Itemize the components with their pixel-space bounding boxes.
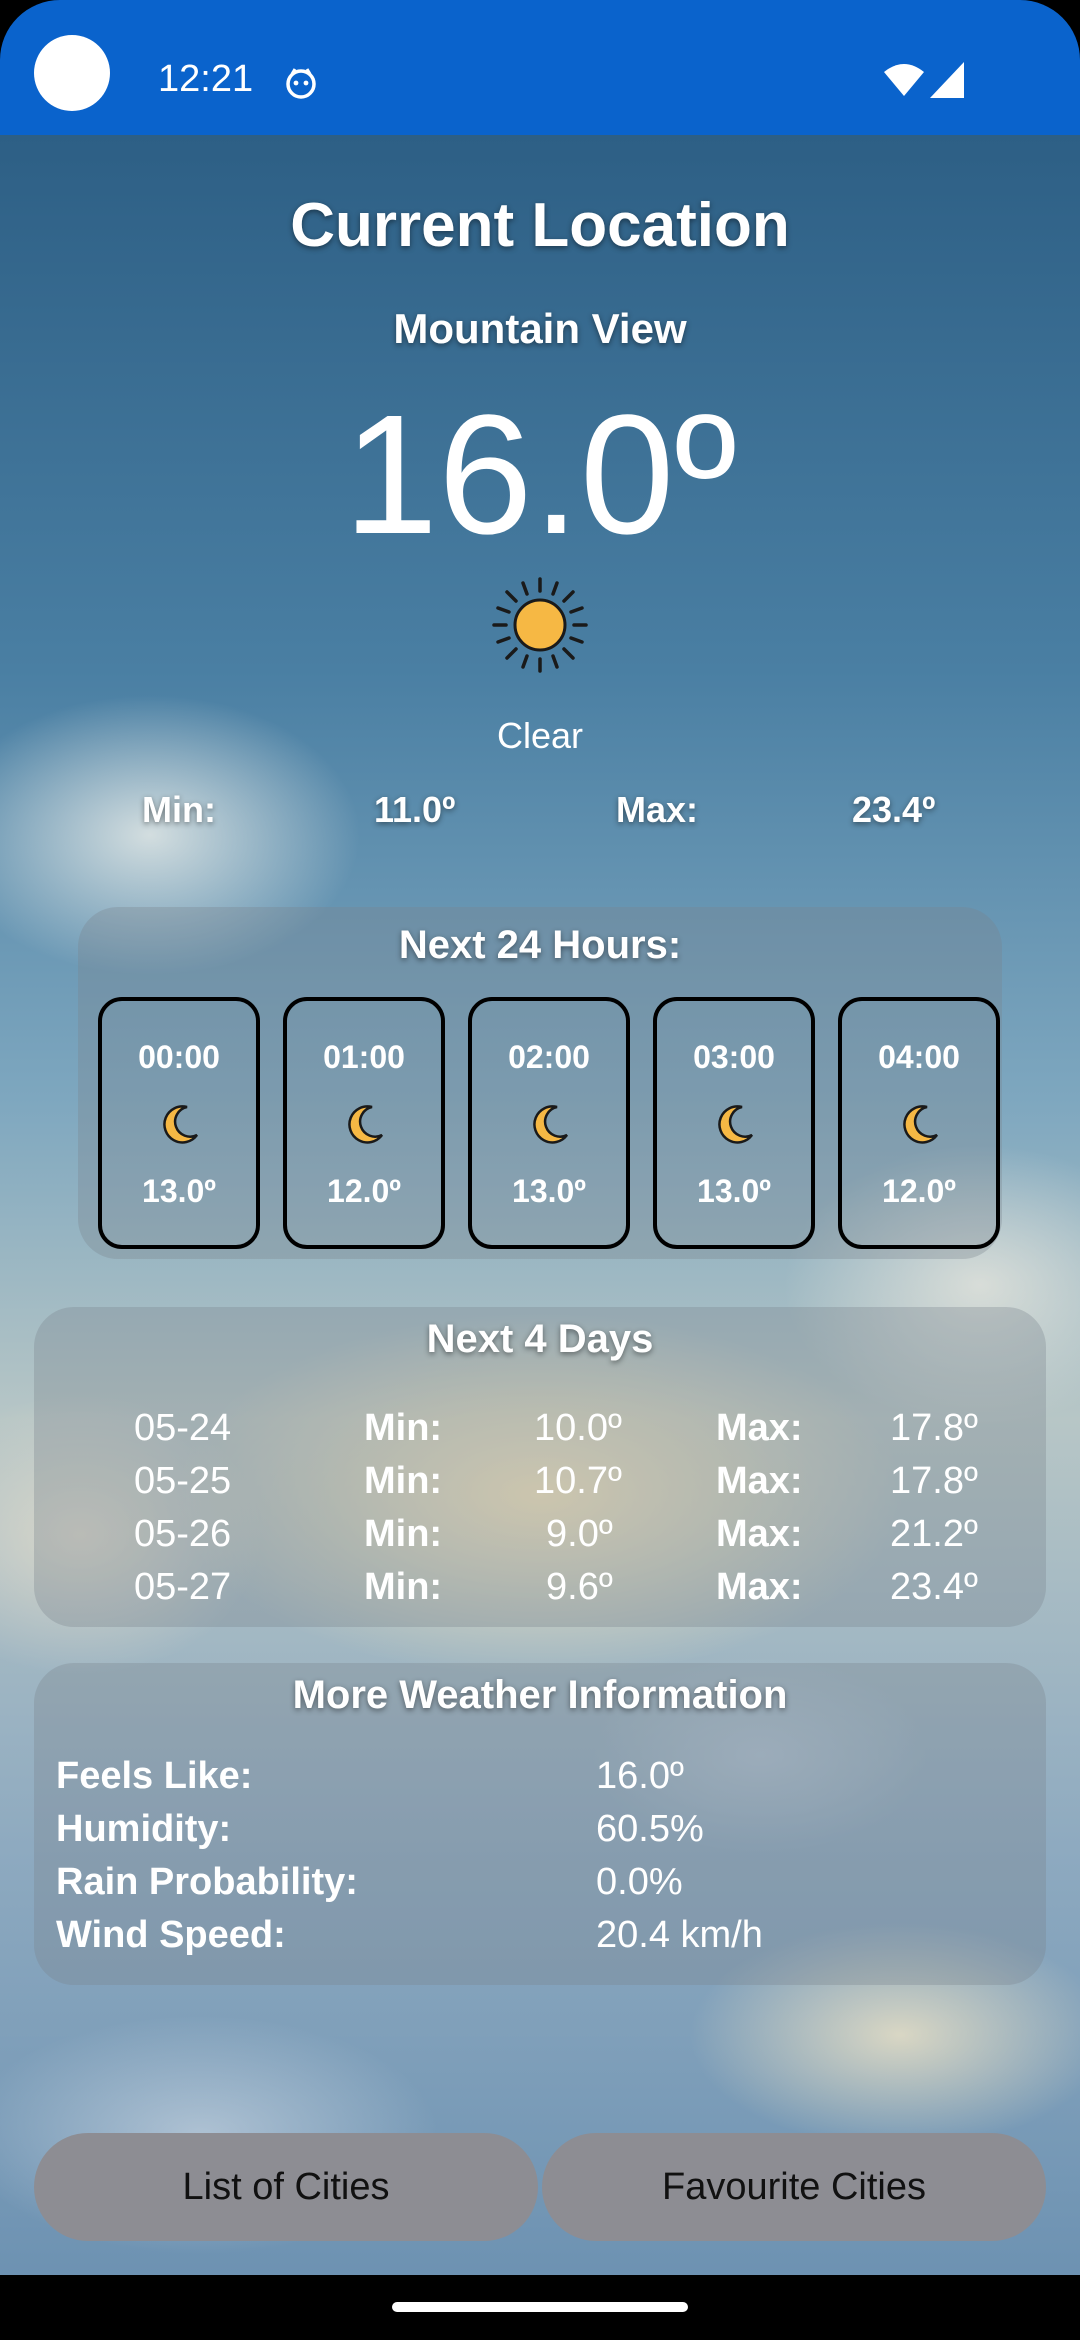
day-max-value: 21.2º <box>890 1513 978 1555</box>
day-max-value: 23.4º <box>890 1566 978 1608</box>
day-date: 05-26 <box>134 1513 232 1555</box>
moon-icon <box>163 1105 199 1144</box>
moon-icon <box>718 1105 754 1144</box>
hour-time: 04:00 <box>878 1039 960 1075</box>
hour-temp: 12.0º <box>882 1173 956 1209</box>
hour-temp: 13.0º <box>142 1173 216 1209</box>
hour-card: 00:00 13.0º <box>98 997 260 1249</box>
hour-card: 02:00 13.0º <box>468 997 630 1249</box>
info-value: 60.5% <box>596 1808 704 1850</box>
hourly-scroll-list[interactable]: 00:00 13.0º 01:00 12.0º 02:00 13.0º 03:0… <box>98 997 1002 1249</box>
day-date: 05-24 <box>134 1407 232 1449</box>
more-info-title: More Weather Information <box>292 1673 788 1717</box>
day-date: 05-27 <box>134 1566 232 1608</box>
day-date: 05-25 <box>134 1460 232 1502</box>
moon-icon <box>533 1105 569 1144</box>
day-max-label: Max: <box>716 1460 803 1502</box>
day-max-label: Max: <box>716 1566 803 1608</box>
page-title: Current Location <box>290 191 790 260</box>
hour-time: 01:00 <box>323 1039 405 1075</box>
day-min-label: Min: <box>364 1513 443 1555</box>
daily-title: Next 4 Days <box>426 1317 654 1361</box>
hour-card: 01:00 12.0º <box>283 997 445 1249</box>
camera-cutout <box>34 35 110 111</box>
hour-card: 04:00 12.0º <box>838 997 1000 1249</box>
weather-condition: Clear <box>496 715 584 756</box>
day-min-value: 9.6º <box>546 1566 613 1608</box>
day-max-label: Max: <box>716 1513 803 1555</box>
hour-card: 03:00 13.0º <box>653 997 815 1249</box>
hour-temp: 12.0º <box>327 1173 401 1209</box>
info-value: 0.0% <box>596 1861 683 1903</box>
list-of-cities-button[interactable]: List of Cities <box>34 2133 538 2241</box>
min-label: Min: <box>142 789 216 830</box>
status-bar: 12:21 <box>0 0 1080 135</box>
info-value: 20.4 km/h <box>596 1914 763 1956</box>
day-max-value: 17.8º <box>890 1460 978 1502</box>
hour-temp: 13.0º <box>697 1173 771 1209</box>
weather-screen: Current Location Mountain View 16.0º Cle… <box>0 135 1080 2275</box>
day-min-label: Min: <box>364 1566 443 1608</box>
day-min-label: Min: <box>364 1460 443 1502</box>
day-max-label: Max: <box>716 1407 803 1449</box>
day-min-label: Min: <box>364 1407 443 1449</box>
city-name: Mountain View <box>393 305 687 352</box>
min-value: 11.0º <box>374 789 456 830</box>
info-label: Feels Like: <box>56 1755 253 1797</box>
moon-icon <box>348 1105 384 1144</box>
day-min-value: 10.0º <box>534 1407 622 1449</box>
day-min-value: 10.7º <box>534 1460 622 1502</box>
sun-icon <box>492 577 588 673</box>
hour-temp: 13.0º <box>512 1173 586 1209</box>
home-indicator[interactable] <box>392 2302 688 2312</box>
info-label: Rain Probability: <box>56 1861 358 1903</box>
phone-screen: 12:21 Current Location Mountain View 16.… <box>0 0 1080 2340</box>
hourly-forecast-panel: Next 24 Hours: 00:00 13.0º 01:00 12.0º 0… <box>78 907 1002 1259</box>
max-value: 23.4º <box>852 789 936 830</box>
wifi-icon <box>884 64 924 96</box>
info-label: Wind Speed: <box>56 1914 286 1956</box>
favourite-cities-button[interactable]: Favourite Cities <box>542 2133 1046 2241</box>
moon-icon <box>903 1105 939 1144</box>
max-label: Max: <box>616 789 699 830</box>
hour-time: 03:00 <box>693 1039 775 1075</box>
more-info-panel: More Weather Information Feels Like: 16.… <box>34 1663 1046 1985</box>
hour-time: 02:00 <box>508 1039 590 1075</box>
info-label: Humidity: <box>56 1808 232 1850</box>
status-time: 12:21 <box>158 58 254 100</box>
current-temperature: 16.0º <box>343 380 737 570</box>
notification-icon <box>286 68 316 99</box>
signal-icon <box>930 62 964 98</box>
daily-forecast-panel: Next 4 Days 05-24 Min: 10.0º Max: 17.8º … <box>34 1307 1046 1627</box>
hour-time: 00:00 <box>138 1039 220 1075</box>
day-min-value: 9.0º <box>546 1513 613 1555</box>
day-max-value: 17.8º <box>890 1407 978 1449</box>
hourly-title: Next 24 Hours: <box>398 923 682 967</box>
info-value: 16.0º <box>596 1755 684 1797</box>
